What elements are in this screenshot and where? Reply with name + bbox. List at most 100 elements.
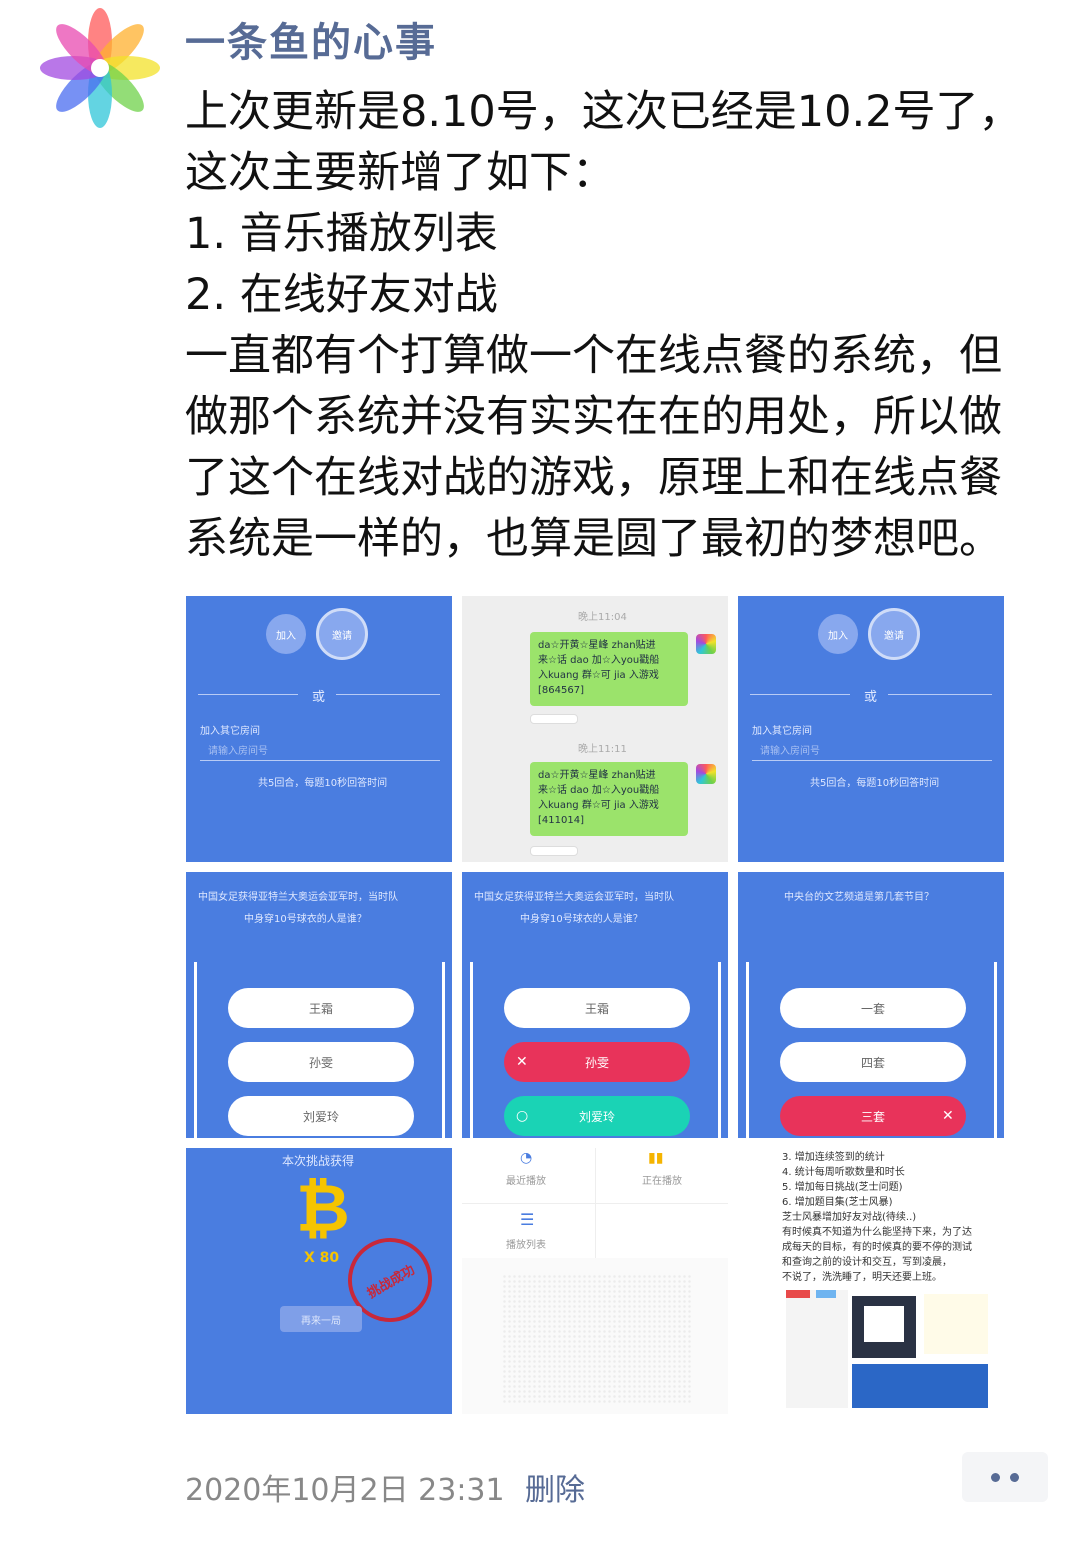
chat-line: 来☆话 dao 加☆入you戳船	[538, 785, 660, 796]
post-line: 系统是一样的，也算是圆了最初的梦想吧。	[185, 514, 1002, 564]
room-input-placeholder: 请输入房间号	[760, 746, 820, 757]
author-name[interactable]: 一条鱼的心事	[185, 10, 437, 68]
cross-icon: ✕	[942, 1108, 954, 1124]
read-indicator	[530, 846, 578, 856]
image-thumbnail-room-join[interactable]: 加入 邀请 或 加入其它房间 请输入房间号 共5回合，每题10秒回答时间	[186, 596, 452, 862]
timer-bar	[194, 962, 197, 1138]
chat-line: 来☆话 dao 加☆入you戳船	[538, 655, 660, 666]
changelog-line: 芝士风暴增加好友对战(待续..)	[782, 1212, 917, 1223]
changelog-line: 6. 增加题目集(芝士风暴)	[782, 1197, 893, 1208]
rule-text: 共5回合，每题10秒回答时间	[810, 778, 940, 789]
timer-bar	[746, 962, 749, 1138]
changelog-line: 和查询之前的设计和交互，写到凌晨，	[782, 1257, 952, 1268]
sender-avatar	[696, 634, 716, 654]
answer-option-wrong: 三套	[780, 1096, 966, 1136]
chat-time: 晚上11:11	[578, 744, 627, 755]
image-thumbnail-quiz-answered[interactable]: 中国女足获得亚特兰大奥运会亚军时，当时队 中身穿10号球衣的人是谁？ 王霜 孙雯…	[462, 872, 728, 1138]
answer-option: 一套	[780, 988, 966, 1028]
changelog-line: 有时候真不知道为什么能坚持下来，为了达	[782, 1227, 972, 1238]
divider-label: 或	[312, 690, 326, 705]
post-line: 了这个在线对战的游戏，原理上和在线点餐	[185, 453, 1002, 503]
play-again-button: 再来一局	[280, 1306, 362, 1332]
screenshot-preview	[852, 1364, 988, 1408]
timer-bar	[470, 962, 473, 1138]
join-label: 加入其它房间	[200, 726, 260, 737]
chat-message: da☆开黄☆星峰 zhan贴进 来☆话 dao 加☆入you戳船 入kuang …	[530, 762, 688, 836]
answer-option-right: 刘爱玲	[504, 1096, 690, 1136]
join-circle: 加入	[818, 614, 858, 654]
screenshot-preview	[852, 1296, 916, 1358]
post-line: 做那个系统并没有实实在在的用处，所以做	[185, 392, 1002, 442]
changelog-text: 3. 增加连续签到的统计 4. 统计每周听歌数量和时长 5. 增加每日挑战(芝士…	[782, 1150, 972, 1285]
join-label: 加入其它房间	[752, 726, 812, 737]
changelog-line: 成每天的目标，有的时候真的要不停的测试	[782, 1242, 972, 1253]
post-line: 上次更新是8.10号，这次已经是10.2号了，	[185, 87, 1022, 137]
menu-item-recent: 最近播放	[506, 1176, 546, 1187]
more-actions-button[interactable]	[962, 1452, 1048, 1502]
image-thumbnail-changelog[interactable]: 3. 增加连续签到的统计 4. 统计每周听歌数量和时长 5. 增加每日挑战(芝士…	[738, 1148, 1004, 1414]
chat-time: 晚上11:04	[578, 612, 627, 623]
answer-option-wrong: 孙雯	[504, 1042, 690, 1082]
timer-bar	[718, 962, 721, 1138]
check-circle-icon: ○	[516, 1108, 529, 1124]
changelog-line: 3. 增加连续签到的统计	[782, 1152, 885, 1163]
cross-icon: ✕	[516, 1054, 528, 1070]
answer-option: 王霜	[228, 988, 414, 1028]
menu-item-now-playing: 正在播放	[642, 1176, 682, 1187]
chat-line: 入kuang 群☆可 jia 入游戏	[538, 670, 659, 681]
divider-line	[888, 694, 992, 695]
invite-circle: 邀请	[868, 608, 920, 660]
changelog-line: 4. 统计每周听歌数量和时长	[782, 1167, 905, 1178]
history-icon: ◔	[520, 1150, 533, 1166]
image-thumbnail-quiz[interactable]: 中国女足获得亚特兰大奥运会亚军时，当时队 中身穿10号球衣的人是谁？ 王霜 孙雯…	[186, 872, 452, 1138]
answer-option: 刘爱玲	[228, 1096, 414, 1136]
divider-line	[198, 694, 298, 695]
menu-divider	[462, 1203, 728, 1204]
post-line: 2. 在线好友对战	[185, 270, 498, 320]
input-underline	[200, 760, 440, 761]
divider-label: 或	[864, 690, 878, 705]
answer-option: 王霜	[504, 988, 690, 1028]
blurred-pattern	[502, 1274, 692, 1404]
invite-circle: 邀请	[316, 608, 368, 660]
sender-avatar	[696, 764, 716, 784]
chat-message: da☆开黄☆星峰 zhan贴进 来☆话 dao 加☆入you戳船 入kuang …	[530, 632, 688, 706]
equalizer-icon: ▮▮	[648, 1150, 664, 1166]
stamp-text: 挑战成功	[364, 1262, 418, 1302]
answer-option: 孙雯	[228, 1042, 414, 1082]
changelog-line: 5. 增加每日挑战(芝士问题)	[782, 1182, 903, 1193]
author-avatar[interactable]	[40, 8, 160, 128]
post-body: 上次更新是8.10号，这次已经是10.2号了， 这次主要新增了如下： 1. 音乐…	[185, 82, 1055, 570]
answer-option: 四套	[780, 1042, 966, 1082]
changelog-line: 不说了，洗洗睡了，明天还要上班。	[782, 1272, 942, 1283]
screenshot-preview	[924, 1294, 988, 1354]
post-line: 这次主要新增了如下：	[185, 148, 615, 198]
timer-bar	[994, 962, 997, 1138]
post-timestamp: 2020年10月2日 23:31	[185, 1473, 505, 1508]
image-thumbnail-reward[interactable]: 本次挑战获得 ₿ X 80 挑战成功 再来一局	[186, 1148, 452, 1414]
chat-line: [411014]	[538, 815, 584, 826]
image-thumbnail-music-menu[interactable]: ◔ 最近播放 ▮▮ 正在播放 ☰ 播放列表	[462, 1148, 728, 1414]
room-input-placeholder: 请输入房间号	[208, 746, 268, 757]
image-thumbnail-room-invite[interactable]: 加入 邀请 或 加入其它房间 请输入房间号 共5回合，每题10秒回答时间	[738, 596, 1004, 862]
chat-line: da☆开黄☆星峰 zhan贴进	[538, 640, 656, 651]
delete-link[interactable]: 删除	[525, 1465, 585, 1509]
screenshot-preview	[786, 1290, 848, 1408]
post-line: 1. 音乐播放列表	[185, 209, 498, 259]
quiz-question: 中身穿10号球衣的人是谁？	[520, 914, 643, 925]
list-icon: ☰	[520, 1210, 535, 1229]
quiz-question: 中央台的文艺频道是第几套节目？	[784, 892, 934, 903]
input-underline	[752, 760, 992, 761]
join-circle: 加入	[266, 614, 306, 654]
chat-line: da☆开黄☆星峰 zhan贴进	[538, 770, 656, 781]
menu-item-playlist: 播放列表	[506, 1240, 546, 1251]
image-thumbnail-quiz-wrong[interactable]: 中央台的文艺频道是第几套节目？ 一套 四套 三套 ✕	[738, 872, 1004, 1138]
quiz-question: 中国女足获得亚特兰大奥运会亚军时，当时队	[198, 892, 398, 903]
bitcoin-icon: ₿	[296, 1170, 350, 1247]
image-thumbnail-chat[interactable]: 晚上11:04 da☆开黄☆星峰 zhan贴进 来☆话 dao 加☆入you戳船…	[462, 596, 728, 862]
post-line: 一直都有个打算做一个在线点餐的系统，但	[185, 331, 1002, 381]
chat-line: [864567]	[538, 685, 584, 696]
more-dot-icon	[991, 1472, 1000, 1482]
rule-text: 共5回合，每题10秒回答时间	[258, 778, 388, 789]
divider-line	[750, 694, 850, 695]
